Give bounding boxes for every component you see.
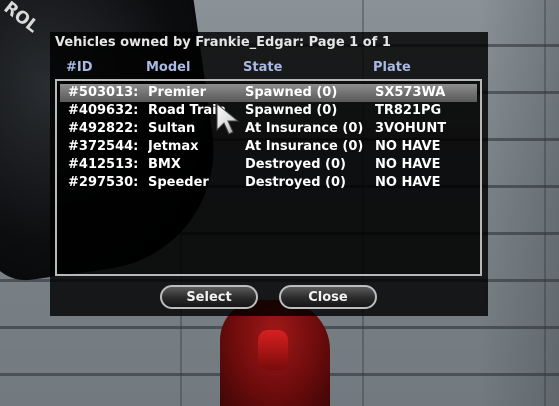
vehicle-plate: 3VOHUNT <box>375 121 447 136</box>
vehicle-id: #503013: <box>68 85 139 100</box>
vehicle-plate: SX573WA <box>375 85 446 100</box>
vehicle-model: BMX <box>148 157 181 172</box>
vehicle-id: #297530: <box>68 175 139 190</box>
column-header-state: State <box>243 60 283 75</box>
column-header-plate: Plate <box>373 60 411 75</box>
vehicle-plate: NO HAVE <box>375 139 441 154</box>
vehicle-state: At Insurance (0) <box>245 121 364 136</box>
vehicle-id: #372544: <box>68 139 139 154</box>
dialog-title: Vehicles owned by Frankie_Edgar: Page 1 … <box>55 35 391 50</box>
select-button[interactable]: Select <box>160 285 258 309</box>
vehicle-row[interactable]: #372544: Jetmax At Insurance (0) NO HAVE <box>60 138 477 156</box>
vehicle-plate: NO HAVE <box>375 175 441 190</box>
vehicle-row[interactable]: #297530: Speeder Destroyed (0) NO HAVE <box>60 174 477 192</box>
vehicle-id: #412513: <box>68 157 139 172</box>
vehicle-plate: TR821PG <box>375 103 442 118</box>
vehicle-model: Premier <box>148 85 206 100</box>
column-header-model: Model <box>146 60 191 75</box>
vehicle-plate: NO HAVE <box>375 157 441 172</box>
player-character-arm <box>258 330 288 370</box>
column-header-row: #ID Model State Plate <box>66 60 486 76</box>
scene-shading <box>479 0 559 406</box>
vehicle-state: Destroyed (0) <box>245 157 346 172</box>
vehicle-state: At Insurance (0) <box>245 139 364 154</box>
vehicle-row[interactable]: #492822: Sultan At Insurance (0) 3VOHUNT <box>60 120 477 138</box>
vehicle-model: Jetmax <box>148 139 199 154</box>
vehicle-state: Spawned (0) <box>245 103 338 118</box>
close-button[interactable]: Close <box>279 285 377 309</box>
column-header-id: #ID <box>66 60 93 75</box>
vehicle-row[interactable]: #409632: Road Train Spawned (0) TR821PG <box>60 102 477 120</box>
mouse-pointer-icon <box>216 102 240 135</box>
vehicle-row[interactable]: #503013: Premier Spawned (0) SX573WA <box>60 84 477 102</box>
vehicle-state: Spawned (0) <box>245 85 338 100</box>
vehicle-id: #492822: <box>68 121 139 136</box>
vehicle-row[interactable]: #412513: BMX Destroyed (0) NO HAVE <box>60 156 477 174</box>
vehicle-model: Speeder <box>148 175 209 190</box>
vehicles-dialog: Vehicles owned by Frankie_Edgar: Page 1 … <box>50 32 488 316</box>
vehicle-state: Destroyed (0) <box>245 175 346 190</box>
vehicle-list[interactable]: #503013: Premier Spawned (0) SX573WA #40… <box>55 79 482 276</box>
vehicle-id: #409632: <box>68 103 139 118</box>
